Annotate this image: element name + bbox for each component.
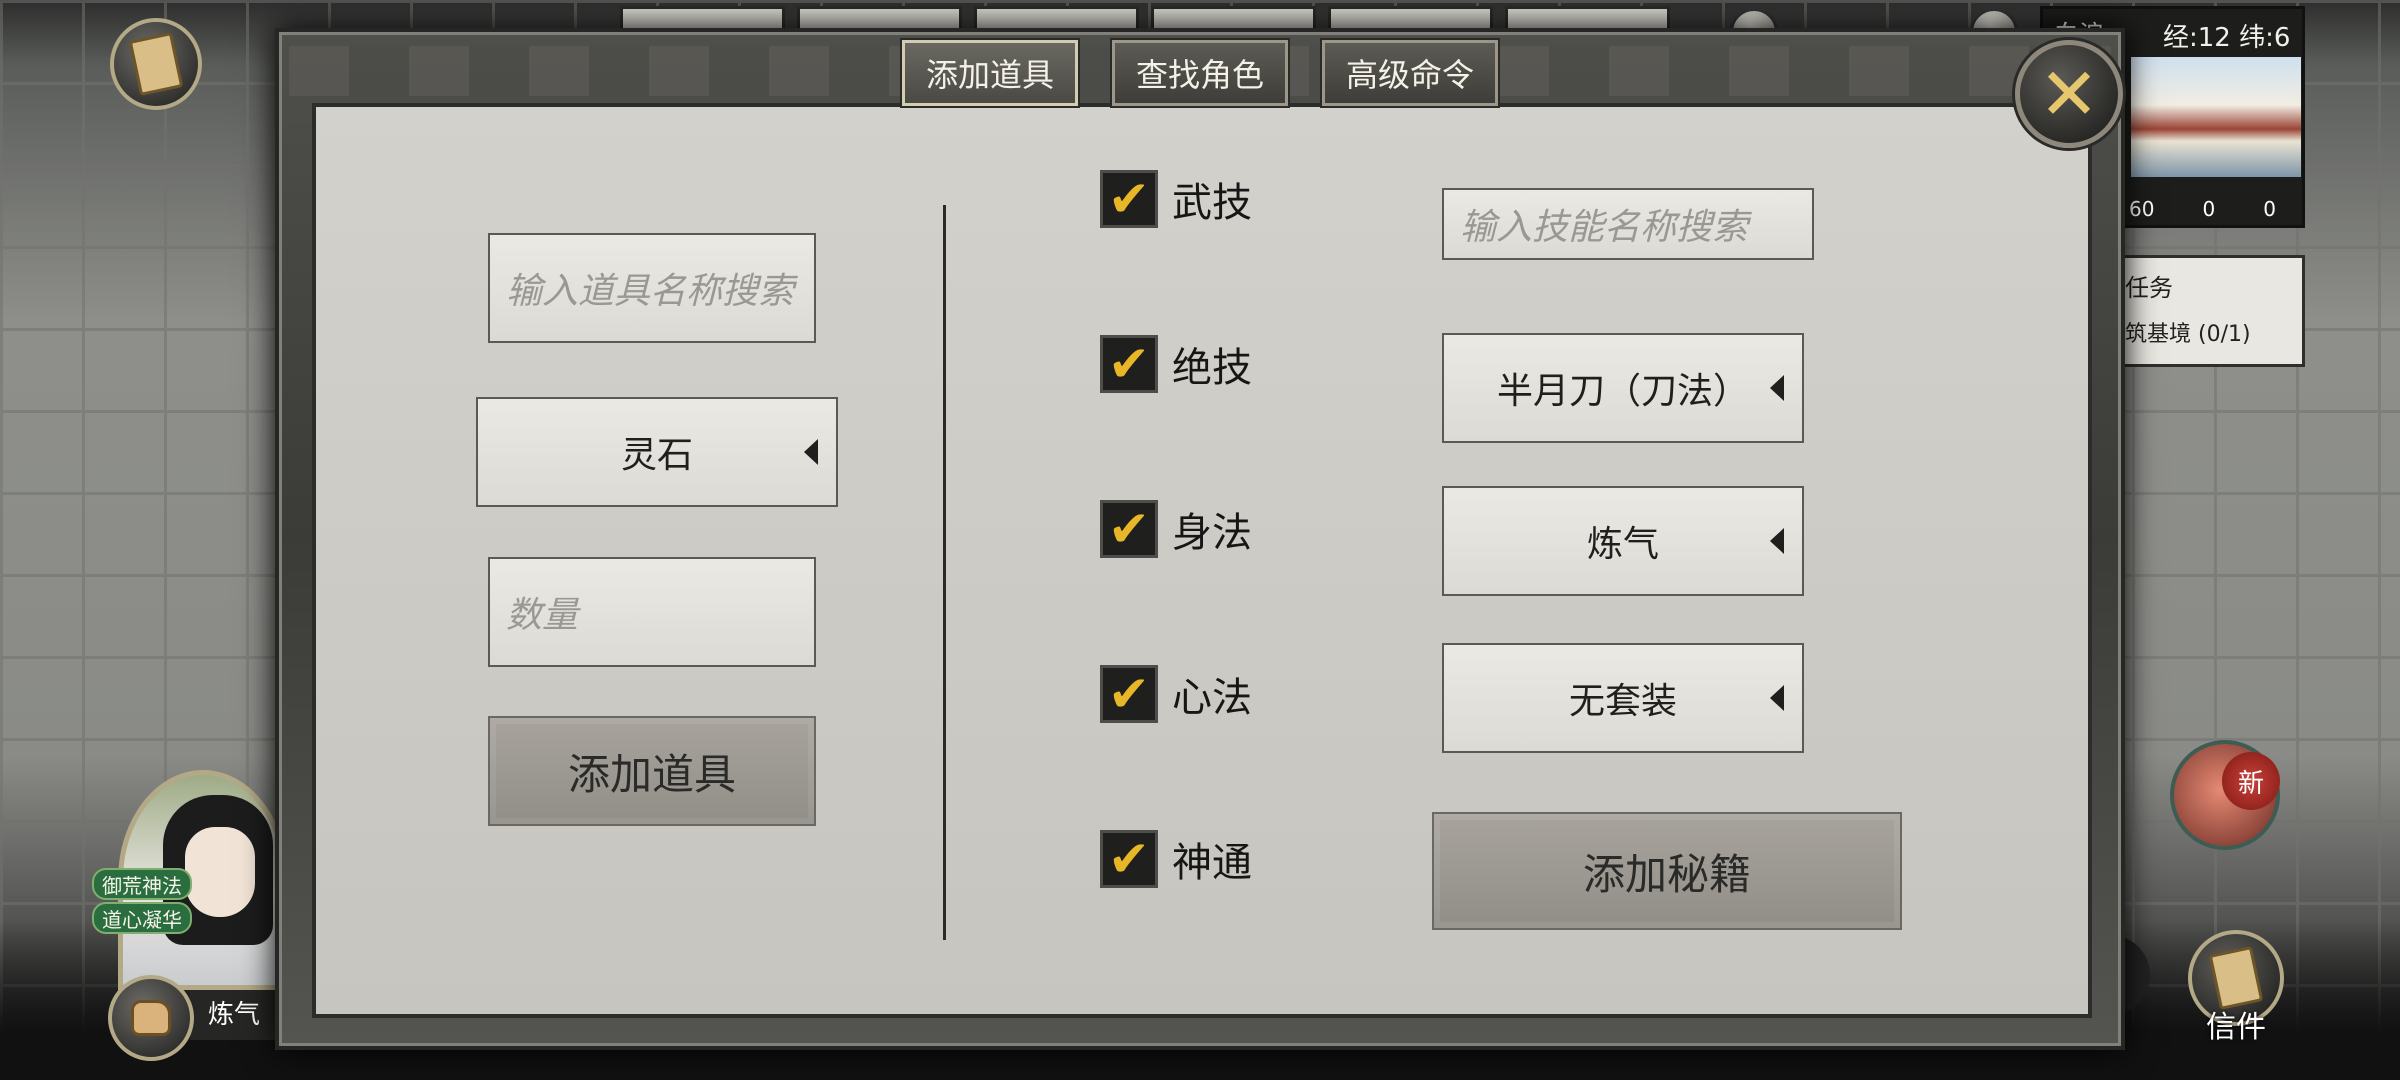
category-label: 神通 [1172,840,1252,886]
realm-select-value: 炼气 [1586,524,1659,565]
skill-search-input[interactable]: 输入技能名称搜索 [1442,188,1814,260]
minimap-counter: 60 [2129,197,2155,221]
status-tag: 御荒神法 [92,868,192,900]
bag-button[interactable] [110,18,202,110]
quest-tracker[interactable]: 任务 筑基境 (0/1) [2100,255,2305,367]
category-xinfa[interactable]: ✔ 心法 [1100,665,1252,723]
avatar-face [185,827,255,917]
checkmark-icon: ✔ [1108,665,1150,723]
category-wuji[interactable]: ✔ 武技 [1100,170,1252,228]
skill-select-value: 半月刀（刀法） [1496,371,1749,412]
tab-add-item[interactable]: 添加道具 [902,40,1078,106]
category-label: 心法 [1172,675,1252,721]
category-shentong[interactable]: ✔ 神通 [1100,830,1252,888]
add-manual-button[interactable]: 添加秘籍 [1432,812,1902,930]
item-search-input[interactable]: 输入道具名称搜索 [488,233,816,343]
tab-advanced-commands[interactable]: 高级命令 [1322,40,1498,106]
quest-title: 任务 [2125,274,2173,302]
panel-divider [943,205,946,940]
book-icon [128,32,184,96]
category-label: 武技 [1172,180,1252,226]
dropdown-arrow-icon [804,439,818,465]
checkmark-icon: ✔ [1108,170,1150,228]
new-badge: 新 [2222,752,2280,810]
fist-icon [131,1000,171,1036]
set-select-value: 无套装 [1568,681,1677,722]
dropdown-arrow-icon [1770,528,1784,554]
checkbox[interactable]: ✔ [1100,500,1158,558]
mail-label: 信件 [2206,1010,2266,1045]
category-shenfa[interactable]: ✔ 身法 [1100,500,1252,558]
combat-button[interactable] [108,975,194,1061]
minimap-counter: 0 [2202,197,2216,221]
close-icon: ✕ [2038,52,2100,136]
dropdown-arrow-icon [1770,685,1784,711]
minimap-counter: 0 [2263,197,2276,221]
quest-item: 筑基境 (0/1) [2125,322,2251,347]
checkbox[interactable]: ✔ [1100,830,1158,888]
quantity-input[interactable]: 数量 [488,557,816,667]
skill-select[interactable]: 半月刀（刀法） [1442,333,1804,443]
item-select-value: 灵石 [620,435,693,476]
letter-icon [2208,946,2264,1010]
close-button[interactable]: ✕ [2015,40,2123,148]
minimap-image [2131,57,2301,177]
category-label: 绝技 [1172,345,1252,391]
minimap-counters: 60 0 0 [2129,197,2276,221]
minimap-coordinates: 经:12 纬:6 [2163,23,2291,53]
checkmark-icon: ✔ [1108,830,1150,888]
category-label: 身法 [1172,510,1252,556]
add-item-button[interactable]: 添加道具 [488,716,816,826]
checkbox[interactable]: ✔ [1100,665,1158,723]
status-tag: 道心凝华 [92,902,192,934]
checkbox[interactable]: ✔ [1100,170,1158,228]
set-select[interactable]: 无套装 [1442,643,1804,753]
realm-select[interactable]: 炼气 [1442,486,1804,596]
checkbox[interactable]: ✔ [1100,335,1158,393]
checkmark-icon: ✔ [1108,335,1150,393]
tab-find-character[interactable]: 查找角色 [1112,40,1288,106]
item-select[interactable]: 灵石 [476,397,838,507]
dropdown-arrow-icon [1770,375,1784,401]
category-jueji[interactable]: ✔ 绝技 [1100,335,1252,393]
checkmark-icon: ✔ [1108,500,1150,558]
